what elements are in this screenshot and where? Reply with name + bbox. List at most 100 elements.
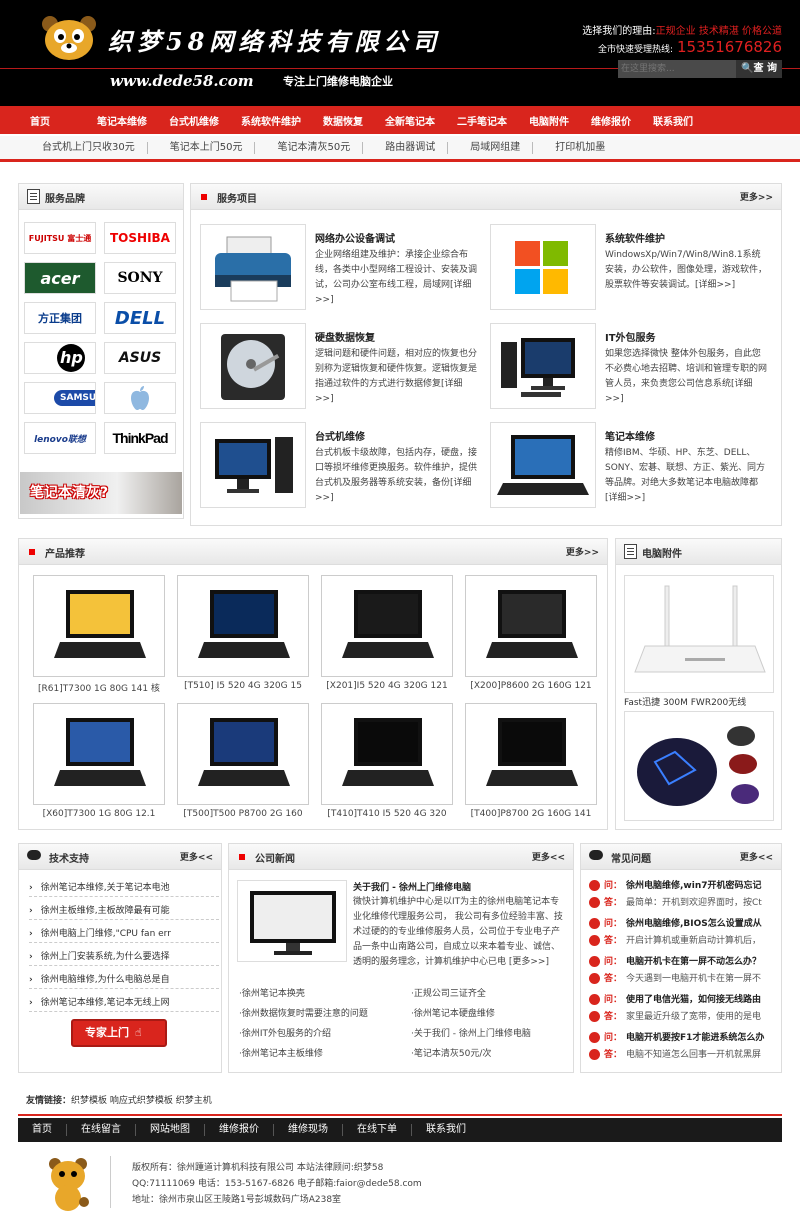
brand-acer[interactable]: acer bbox=[24, 262, 96, 294]
tech-item[interactable]: 徐州电脑上门维修,"CPU fan err bbox=[29, 926, 205, 939]
nav-new-laptop[interactable]: 全新笔记本 bbox=[374, 113, 446, 128]
service-title[interactable]: 笔记本维修 bbox=[605, 428, 655, 443]
logo-mascot-icon[interactable] bbox=[40, 14, 98, 62]
product-name[interactable]: [T400]P8700 2G 160G 141 bbox=[461, 809, 601, 819]
product-card[interactable] bbox=[465, 703, 597, 805]
faq-question[interactable]: 问： 使用了电信光猫，如何接无线路由 bbox=[589, 992, 769, 1005]
nav-software[interactable]: 系统软件维护 bbox=[230, 113, 312, 128]
tech-item[interactable]: 徐州电脑维修,为什么电脑总是自 bbox=[29, 972, 205, 985]
news-link[interactable]: ·关于我们 - 徐州上门维修电脑 bbox=[411, 1026, 531, 1039]
service-title[interactable]: 硬盘数据恢复 bbox=[315, 329, 375, 344]
nav-pricing[interactable]: 维修报价 bbox=[580, 113, 642, 128]
search-button[interactable]: 🔍查 询 bbox=[736, 60, 782, 78]
nav-laptop-repair[interactable]: 笔记本维修 bbox=[86, 113, 158, 128]
brand-thinkpad[interactable]: ThinkPad bbox=[104, 422, 176, 454]
faq-question[interactable]: 问： 徐州电脑维修,BIOS怎么设置成从 bbox=[589, 916, 769, 929]
brand-fujitsu[interactable]: FUJITSU 富士通 bbox=[24, 222, 96, 254]
product-card[interactable] bbox=[33, 703, 165, 805]
products-more-link[interactable]: 更多>> bbox=[566, 545, 599, 558]
news-image[interactable] bbox=[237, 880, 347, 962]
search-input[interactable] bbox=[618, 60, 736, 78]
footer-nav-item[interactable]: 在线留言 bbox=[67, 1124, 136, 1136]
service-title[interactable]: 网络办公设备调试 bbox=[315, 230, 395, 245]
subnav-item[interactable]: 路由器调试 bbox=[373, 141, 449, 154]
footer-nav-item[interactable]: 在线下单 bbox=[343, 1124, 412, 1136]
news-link[interactable]: ·徐州笔记本换壳 bbox=[239, 986, 305, 999]
nav-desktop-repair[interactable]: 台式机维修 bbox=[158, 113, 230, 128]
nav-data-recovery[interactable]: 数据恢复 bbox=[312, 113, 374, 128]
footer-nav-item[interactable]: 维修现场 bbox=[274, 1124, 343, 1136]
footer-nav-item[interactable]: 联系我们 bbox=[412, 1124, 480, 1136]
news-panel: 公司新闻 更多<< 关于我们 - 徐州上门维修电脑 微快计算机维护中心是以IT为主… bbox=[228, 843, 574, 1073]
nav-home[interactable]: 首页 bbox=[0, 113, 86, 128]
news-link[interactable]: ·徐州笔记本硬盘维修 bbox=[411, 1006, 495, 1019]
subnav-item[interactable]: 台式机上门只收30元 bbox=[30, 141, 148, 154]
brand-hp[interactable]: hp hp bbox=[24, 342, 96, 374]
brand-dell[interactable]: DELL bbox=[104, 302, 176, 334]
service-image-printer[interactable] bbox=[200, 224, 306, 310]
subnav-item[interactable]: 局域网组建 bbox=[458, 141, 534, 154]
product-card[interactable] bbox=[33, 575, 165, 677]
product-name[interactable]: [T410]T410 I5 520 4G 320 bbox=[317, 809, 457, 819]
subnav-item[interactable]: 笔记本上门50元 bbox=[158, 141, 256, 154]
services-more-link[interactable]: 更多>> bbox=[740, 190, 773, 203]
router-image[interactable] bbox=[624, 575, 774, 693]
subnav-item[interactable]: 笔记本清灰50元 bbox=[265, 141, 364, 154]
product-card[interactable] bbox=[321, 575, 453, 677]
news-link[interactable]: ·徐州数据恢复时需要注意的问题 bbox=[239, 1006, 368, 1019]
faq-question[interactable]: 问： 电脑开机卡在第一屏不动怎么办？ bbox=[589, 954, 769, 967]
footer-nav-item[interactable]: 首页 bbox=[18, 1124, 67, 1136]
product-card[interactable] bbox=[321, 703, 453, 805]
product-name[interactable]: [X201]I5 520 4G 320G 121 bbox=[317, 681, 457, 691]
product-name[interactable]: [T500]T500 P8700 2G 160 bbox=[173, 809, 313, 819]
brand-sony[interactable]: SONY bbox=[104, 262, 176, 294]
service-title[interactable]: 系统软件维护 bbox=[605, 230, 665, 245]
service-image-monitor[interactable] bbox=[200, 422, 306, 508]
site-url[interactable]: www.dede58.com bbox=[110, 72, 254, 90]
tech-item[interactable]: 徐州笔记本维修,关于笔记本电池 bbox=[29, 880, 205, 893]
product-card[interactable] bbox=[177, 703, 309, 805]
news-link[interactable]: ·正规公司三证齐全 bbox=[411, 986, 486, 999]
news-more-link[interactable]: 更多<< bbox=[532, 850, 565, 863]
service-image-desktop[interactable] bbox=[490, 323, 596, 409]
service-title[interactable]: IT外包服务 bbox=[605, 329, 656, 344]
tech-item[interactable]: 徐州笔记本维修,笔记本无线上网 bbox=[29, 995, 205, 1008]
news-link[interactable]: ·笔记本清灰50元/次 bbox=[411, 1046, 491, 1059]
footer-nav-item[interactable]: 网站地图 bbox=[136, 1124, 205, 1136]
brand-toshiba[interactable]: TOSHIBA bbox=[104, 222, 176, 254]
faq-question[interactable]: 问： 电脑开机要按F1才能进系统怎么办 bbox=[589, 1030, 769, 1043]
brand-asus[interactable]: ASUS bbox=[104, 342, 176, 374]
tech-item[interactable]: 徐州上门安装系统,为什么要选择 bbox=[29, 949, 205, 962]
laptop-cleaning-banner[interactable]: 笔记本清灰? bbox=[20, 472, 182, 514]
product-card[interactable] bbox=[177, 575, 309, 677]
tech-more-link[interactable]: 更多<< bbox=[180, 850, 213, 863]
tech-item[interactable]: 徐州主板维修,主板故障最有可能 bbox=[29, 903, 205, 916]
nav-contact[interactable]: 联系我们 bbox=[642, 113, 704, 128]
friend-links-items[interactable]: 织梦模板 响应式织梦模板 织梦主机 bbox=[71, 1096, 212, 1106]
product-name[interactable]: [T510] I5 520 4G 320G 15 bbox=[173, 681, 313, 691]
brand-samsung[interactable]: SAMSUNGSAMSUNG bbox=[24, 382, 96, 414]
service-title[interactable]: 台式机维修 bbox=[315, 428, 365, 443]
router-caption[interactable]: Fast迅捷 300M FWR200无线 bbox=[624, 695, 746, 708]
product-card[interactable] bbox=[465, 575, 597, 677]
nav-accessories[interactable]: 电脑附件 bbox=[518, 113, 580, 128]
brand-apple[interactable] bbox=[104, 382, 176, 414]
mouse-image[interactable] bbox=[624, 711, 774, 821]
subnav-item[interactable]: 打印机加墨 bbox=[543, 142, 617, 154]
product-name[interactable]: [X60]T7300 1G 80G 12.1 bbox=[29, 809, 169, 819]
expert-visit-button[interactable]: 专家上门 ☝ bbox=[71, 1019, 167, 1047]
brand-founder[interactable]: 方正集团 bbox=[24, 302, 96, 334]
product-name[interactable]: [R61]T7300 1G 80G 141 核 bbox=[29, 681, 169, 694]
service-image-laptop[interactable] bbox=[490, 422, 596, 508]
footer-nav-item[interactable]: 维修报价 bbox=[205, 1124, 274, 1136]
faq-more-link[interactable]: 更多<< bbox=[740, 850, 773, 863]
service-image-windows[interactable] bbox=[490, 224, 596, 310]
news-link[interactable]: ·徐州笔记本主板维修 bbox=[239, 1046, 323, 1059]
news-headline[interactable]: 关于我们 - 徐州上门维修电脑 bbox=[353, 880, 471, 893]
brand-lenovo[interactable]: lenovo联想 bbox=[24, 422, 96, 454]
news-link[interactable]: ·徐州IT外包服务的介绍 bbox=[239, 1026, 331, 1039]
service-image-harddisk[interactable] bbox=[200, 323, 306, 409]
faq-question[interactable]: 问： 徐州电脑维修,win7开机密码忘记 bbox=[589, 878, 769, 891]
nav-used-laptop[interactable]: 二手笔记本 bbox=[446, 113, 518, 128]
product-name[interactable]: [X200]P8600 2G 160G 121 bbox=[461, 681, 601, 691]
